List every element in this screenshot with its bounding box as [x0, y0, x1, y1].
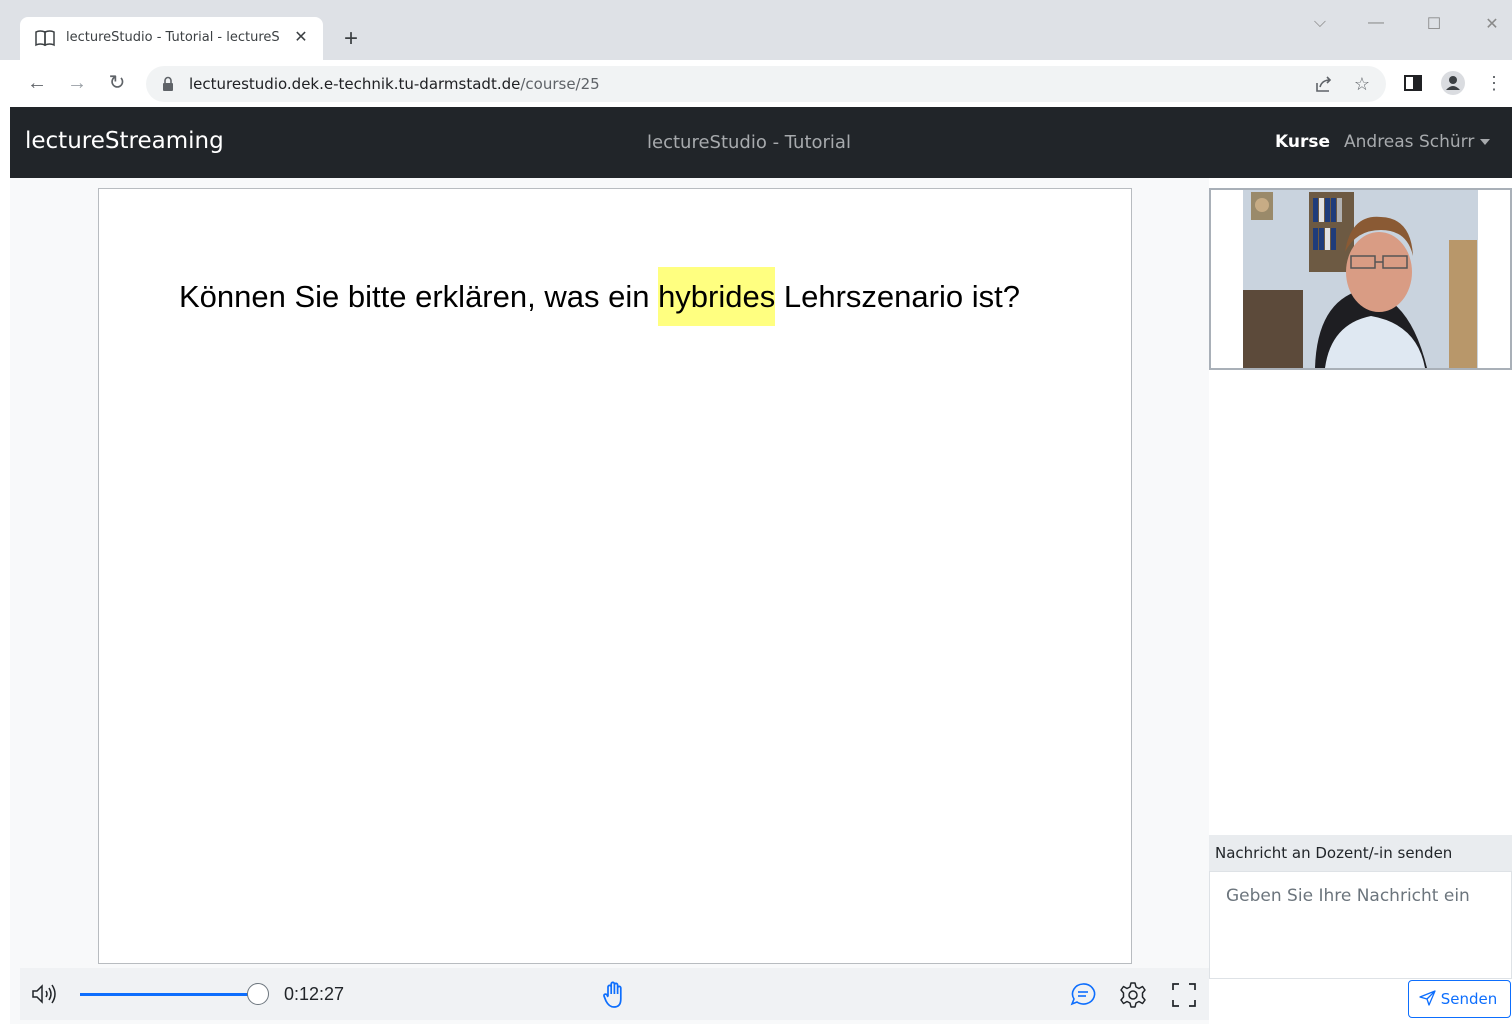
star-icon[interactable]: ☆ — [1350, 72, 1374, 96]
send-button[interactable]: Senden — [1408, 980, 1511, 1018]
caret-down-icon — [1480, 139, 1491, 145]
menu-icon[interactable]: ⋮ — [1482, 71, 1506, 95]
browser-tab[interactable]: lectureStudio - Tutorial - lectureS ✕ — [20, 17, 323, 60]
raise-hand-icon[interactable] — [600, 980, 628, 1010]
send-icon — [1419, 990, 1436, 1006]
address-bar[interactable]: lecturestudio.dek.e-technik.tu-darmstadt… — [146, 66, 1386, 102]
slide-canvas: Können Sie bitte erklären, was ein hybri… — [98, 188, 1132, 964]
lock-icon — [163, 76, 173, 91]
brand-logo[interactable]: lectureStreaming — [25, 128, 224, 154]
profile-icon[interactable] — [1441, 71, 1465, 95]
reload-icon[interactable]: ↻ — [104, 70, 130, 96]
minimize-icon[interactable]: — — [1364, 14, 1388, 32]
url-text: lecturestudio.dek.e-technik.tu-darmstadt… — [189, 75, 600, 93]
settings-icon[interactable] — [1119, 981, 1147, 1009]
slide-text: Können Sie bitte erklären, was ein hybri… — [179, 267, 1020, 326]
volume-slider-track[interactable] — [80, 993, 250, 996]
app-navbar: lectureStreaming lectureStudio - Tutoria… — [10, 107, 1512, 178]
chat-label: Nachricht an Dozent/-in senden — [1209, 835, 1512, 871]
share-icon[interactable] — [1312, 72, 1336, 96]
book-icon — [35, 30, 55, 47]
back-icon[interactable]: ← — [24, 70, 50, 96]
send-button-label: Senden — [1440, 990, 1498, 1008]
tab-search-icon[interactable]: ⌵ — [1308, 14, 1332, 32]
url-host: lecturestudio.dek.e-technik.tu-darmstadt… — [189, 75, 521, 93]
player-controls: 0:12:27 — [20, 968, 1209, 1020]
course-title: lectureStudio - Tutorial — [647, 132, 851, 153]
webcam-video — [1209, 188, 1512, 370]
browser-tab-bar: lectureStudio - Tutorial - lectureS ✕ + … — [0, 0, 1512, 60]
volume-icon[interactable] — [30, 982, 60, 1006]
chat-message-input[interactable]: Geben Sie Ihre Nachricht ein — [1209, 871, 1512, 979]
volume-slider-thumb[interactable] — [247, 983, 269, 1005]
tab-close-icon[interactable]: ✕ — [291, 28, 311, 48]
sidepanel-icon[interactable] — [1401, 71, 1425, 95]
forward-icon[interactable]: → — [64, 70, 90, 96]
user-name: Andreas Schürr — [1344, 132, 1475, 152]
fullscreen-icon[interactable] — [1170, 981, 1198, 1009]
slide-text-before: Können Sie bitte erklären, was ein — [179, 279, 659, 314]
webcam-image — [1211, 190, 1510, 368]
chat-icon[interactable] — [1069, 981, 1097, 1009]
slide-text-highlight: hybrides — [658, 267, 776, 326]
user-dropdown[interactable]: Andreas Schürr — [1344, 132, 1491, 152]
close-icon[interactable]: ✕ — [1480, 14, 1504, 34]
browser-toolbar: ← → ↻ lecturestudio.dek.e-technik.tu-dar… — [0, 60, 1512, 107]
slide-text-after: Lehrszenario ist? — [775, 279, 1020, 314]
tab-title: lectureStudio - Tutorial - lectureS — [66, 30, 280, 45]
new-tab-button[interactable]: + — [338, 26, 364, 52]
playback-time: 0:12:27 — [284, 984, 345, 1004]
url-path: /course/25 — [520, 75, 600, 93]
nav-link-kurse[interactable]: Kurse — [1275, 132, 1330, 152]
maximize-icon[interactable]: ☐ — [1422, 14, 1446, 34]
